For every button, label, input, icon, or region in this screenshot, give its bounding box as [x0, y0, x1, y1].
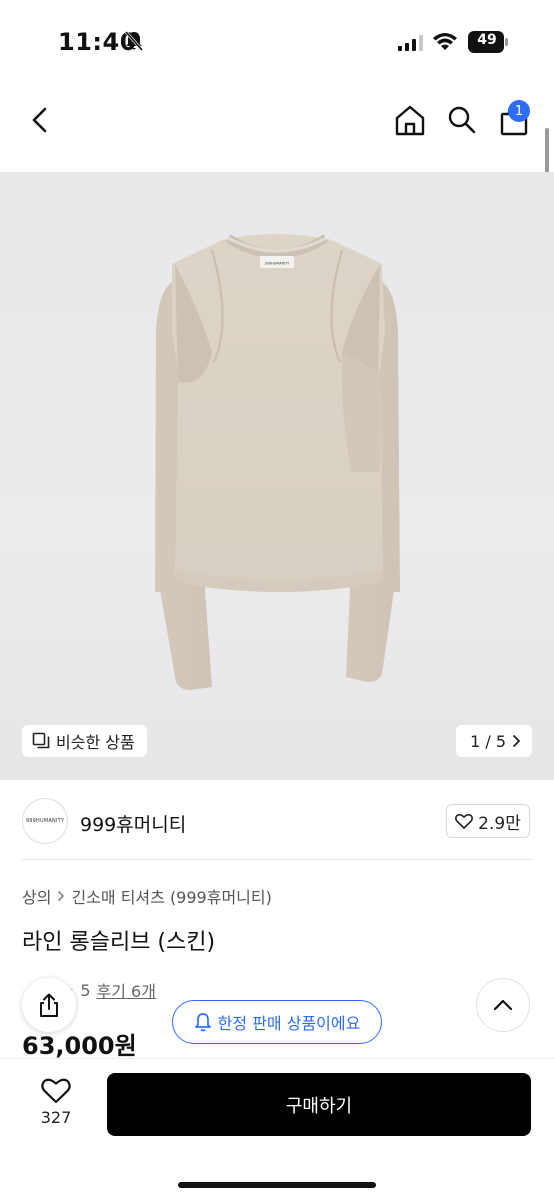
share-button[interactable] — [22, 978, 76, 1032]
bell-off-icon — [124, 31, 144, 51]
similar-products-button[interactable]: 비슷한 상품 — [22, 725, 147, 757]
wishlist-count: 327 — [40, 1108, 72, 1127]
similar-products-label: 비슷한 상품 — [56, 733, 135, 752]
home-icon — [395, 105, 425, 136]
seller-name[interactable]: 999휴머니티 — [80, 810, 186, 837]
home-indicator — [178, 1182, 376, 1188]
product-image-gallery[interactable]: 999HUMANITY 비슷한 상품 1 / 5 — [0, 172, 554, 780]
cellular-signal-icon — [398, 35, 423, 51]
seller-avatar-text: 999HUMANITY — [25, 818, 65, 824]
heart-icon — [455, 813, 474, 829]
heart-icon — [41, 1078, 71, 1104]
chevron-right-icon — [58, 890, 65, 902]
top-nav — [0, 90, 554, 150]
buy-button[interactable]: 구매하기 — [107, 1073, 531, 1136]
wishlist-button[interactable]: 327 — [26, 1077, 86, 1137]
chevron-right-icon — [513, 735, 521, 747]
product-price: 63,000원 — [22, 1032, 137, 1060]
limited-sale-notice[interactable]: 한정 판매 상품이에요 — [172, 1000, 382, 1044]
bell-icon — [194, 1013, 211, 1032]
scroll-to-top-button[interactable] — [476, 978, 530, 1032]
battery-level: 49 — [477, 32, 497, 48]
chevron-up-icon — [493, 999, 513, 1011]
copy-icon — [32, 732, 50, 749]
shirt-label-text: 999HUMANITY — [265, 262, 290, 266]
rating-value: 5 — [80, 980, 91, 1000]
chevron-left-icon — [32, 107, 47, 133]
seller-row[interactable]: 999HUMANITY 999휴머니티 2.9만 — [0, 790, 554, 860]
breadcrumb: 상의 긴소매 티셔츠 (999휴머니티) — [22, 884, 272, 908]
home-button[interactable] — [390, 100, 430, 140]
wifi-icon — [433, 33, 457, 50]
status-bar: 11:40 49 — [0, 0, 554, 84]
store-like-button[interactable]: 2.9만 — [446, 804, 530, 838]
product-title: 라인 롱슬리브 (스킨) — [22, 930, 216, 955]
image-page-indicator[interactable]: 1 / 5 — [456, 725, 532, 757]
bottom-purchase-bar: 327 구매하기 — [0, 1058, 554, 1200]
cart-count-badge: 1 — [508, 100, 530, 122]
divider — [22, 859, 532, 860]
breadcrumb-subcategory[interactable]: 긴소매 티셔츠 (999휴머니티) — [71, 884, 271, 908]
limited-sale-label: 한정 판매 상품이에요 — [217, 1014, 361, 1033]
search-icon — [448, 106, 476, 134]
breadcrumb-category[interactable]: 상의 — [22, 884, 51, 908]
seller-avatar[interactable]: 999HUMANITY — [22, 798, 68, 844]
share-icon — [40, 993, 58, 1017]
product-photo: 999HUMANITY — [155, 234, 400, 690]
store-like-count: 2.9만 — [478, 813, 521, 834]
review-link[interactable]: 후기 6개 — [97, 978, 156, 1002]
back-button[interactable] — [22, 102, 58, 138]
search-button[interactable] — [442, 100, 482, 140]
page-indicator-text: 1 / 5 — [470, 731, 506, 751]
